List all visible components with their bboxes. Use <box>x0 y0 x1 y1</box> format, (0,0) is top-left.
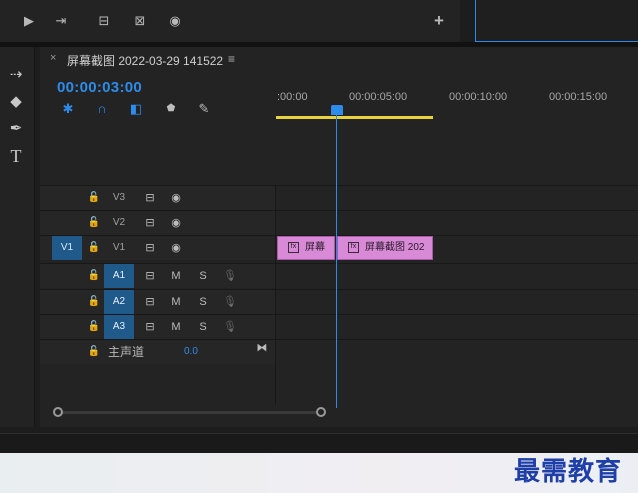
fx-badge-icon: fx <box>348 241 359 253</box>
track-target-v2[interactable]: V2 <box>104 211 134 235</box>
microphone-icon[interactable]: 🎙 <box>222 264 238 288</box>
tools-panel: ⇢ ◆ ✒ T <box>0 47 35 427</box>
wrench-icon[interactable]: ✎ <box>194 100 214 118</box>
lock-icon[interactable]: 🔓 <box>86 290 102 314</box>
header-divider <box>275 185 276 405</box>
linked-selection-icon[interactable]: ◧ <box>126 100 146 118</box>
solo-button[interactable]: S <box>195 264 211 288</box>
ruler-label: 00:00:10:00 <box>449 91 508 103</box>
tab-menu-icon[interactable]: ≡ <box>228 52 235 66</box>
master-volume-value[interactable]: 0.0 <box>184 340 198 364</box>
pen-icon[interactable]: ✒ <box>4 118 28 140</box>
sync-lock-icon[interactable]: ⊟ <box>142 211 158 235</box>
source-patch-v1[interactable]: V1 <box>52 236 82 260</box>
mute-button[interactable]: M <box>168 315 184 339</box>
scrollbar-left-handle[interactable] <box>53 407 63 417</box>
work-area-bar[interactable] <box>276 116 433 119</box>
snap-icon[interactable]: ∩ <box>92 100 112 118</box>
mute-button[interactable]: M <box>168 264 184 288</box>
zoom-scrollbar[interactable] <box>58 411 322 414</box>
sync-lock-icon[interactable]: ⊟ <box>142 186 158 210</box>
ruler-label: 00:00:05:00 <box>349 91 408 103</box>
master-track-label: 主声道 <box>108 345 145 359</box>
lock-icon[interactable]: 🔓 <box>86 264 102 288</box>
ruler-label: :00:00 <box>277 91 308 103</box>
go-to-master-icon[interactable]: ⧓ <box>254 336 270 360</box>
video-clip[interactable]: fx 屏幕 <box>277 236 335 260</box>
track-select-icon[interactable]: ⇢ <box>4 64 28 86</box>
eye-icon[interactable]: ◉ <box>168 211 184 235</box>
sync-lock-icon[interactable]: ⊟ <box>142 264 158 288</box>
ruler-label: 00:00:15:00 <box>549 91 608 103</box>
track-header-master <box>40 340 276 364</box>
fx-badge-icon: fx <box>288 241 299 253</box>
eye-icon[interactable]: ◉ <box>168 236 184 260</box>
scrollbar-right-handle[interactable] <box>316 407 326 417</box>
track-header-a2 <box>40 290 276 314</box>
track-target-a1[interactable]: A1 <box>104 264 134 288</box>
playhead-line[interactable] <box>336 113 337 408</box>
insert-icon[interactable]: ⊟ <box>95 12 113 30</box>
type-icon[interactable]: T <box>4 145 28 167</box>
solo-button[interactable]: S <box>195 315 211 339</box>
track-header-v3 <box>40 186 276 210</box>
tab-close-icon[interactable]: × <box>50 52 56 64</box>
sync-lock-icon[interactable]: ⊟ <box>142 290 158 314</box>
sequence-tab-title[interactable]: 屏幕截图 2022-03-29 141522 <box>67 52 223 69</box>
microphone-icon[interactable]: 🎙 <box>222 315 238 339</box>
overwrite-icon[interactable]: ⊠ <box>131 12 149 30</box>
mute-button[interactable]: M <box>168 290 184 314</box>
track-target-v3[interactable]: V3 <box>104 186 134 210</box>
program-monitor-toolbar: ▶ ⇥ ⊟ ⊠ ◉ + <box>0 0 460 42</box>
track-target-v1[interactable]: V1 <box>104 236 134 260</box>
track-header-a3 <box>40 315 276 339</box>
play-to-in-icon[interactable]: ▶ <box>20 12 38 30</box>
video-clip[interactable]: fx 屏幕截图 202 <box>337 236 433 260</box>
lock-icon[interactable]: 🔓 <box>86 211 102 235</box>
watermark-logo: 最需教育 <box>514 457 623 487</box>
lock-icon[interactable]: 🔓 <box>86 236 102 260</box>
track-header-a1 <box>40 264 276 288</box>
playhead-handle[interactable] <box>331 105 343 115</box>
sync-lock-icon[interactable]: ⊟ <box>142 236 158 260</box>
clip-label: 屏幕截图 202 <box>365 242 425 253</box>
track-header-v2 <box>40 211 276 235</box>
sync-lock-icon[interactable]: ⊟ <box>142 315 158 339</box>
camera-icon[interactable]: ◉ <box>166 12 184 30</box>
solo-button[interactable]: S <box>195 290 211 314</box>
marker-icon[interactable]: ⬟ <box>161 100 181 118</box>
clip-label: 屏幕 <box>305 242 325 253</box>
nest-icon[interactable]: ✱ <box>58 100 78 118</box>
eye-icon[interactable]: ◉ <box>168 186 184 210</box>
playhead-timecode[interactable]: 00:00:03:00 <box>57 79 142 96</box>
track-target-a3[interactable]: A3 <box>104 315 134 339</box>
razor-icon[interactable]: ◆ <box>4 91 28 113</box>
add-button-icon[interactable]: + <box>430 12 448 30</box>
track-target-a2[interactable]: A2 <box>104 290 134 314</box>
microphone-icon[interactable]: 🎙 <box>222 290 238 314</box>
lock-icon[interactable]: 🔓 <box>86 340 102 364</box>
monitor-panel[interactable] <box>475 0 638 42</box>
step-forward-icon[interactable]: ⇥ <box>52 12 70 30</box>
lock-icon[interactable]: 🔓 <box>86 186 102 210</box>
lock-icon[interactable]: 🔓 <box>86 315 102 339</box>
